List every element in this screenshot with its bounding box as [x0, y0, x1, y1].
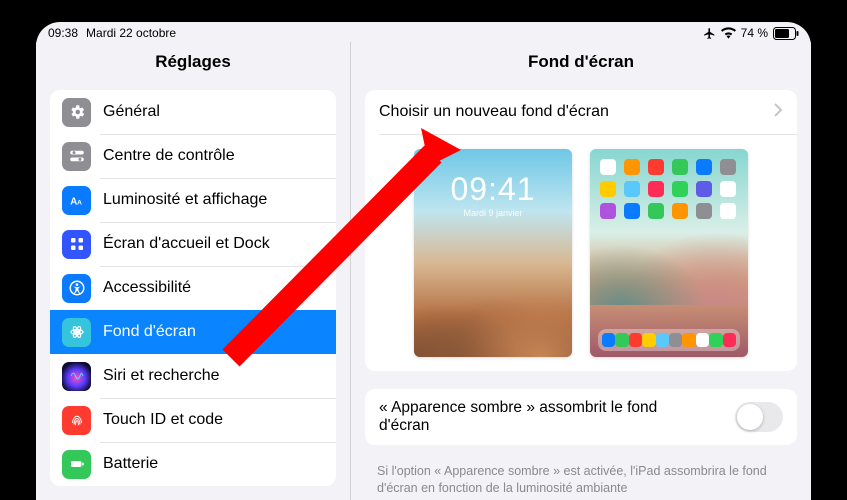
ipad-frame: 09:38 Mardi 22 octobre 74 % Réglages — [22, 8, 825, 500]
switches-icon — [62, 142, 91, 171]
lock-screen-preview[interactable]: 09:41 Mardi 9 janvier — [414, 149, 572, 357]
fingerprint-icon — [62, 406, 91, 435]
detail-title: Fond d'écran — [351, 42, 811, 90]
status-date: Mardi 22 octobre — [86, 26, 176, 40]
status-right: 74 % — [703, 26, 799, 40]
airplane-icon — [703, 27, 716, 40]
status-battery-pct: 74 % — [741, 26, 768, 40]
sidebar-item-display[interactable]: AA Luminosité et affichage — [50, 178, 336, 222]
wallpaper-card: Choisir un nouveau fond d'écran 09:41 Ma… — [365, 90, 797, 371]
settings-sidebar: Réglages Général Centre de contrôle — [36, 42, 351, 500]
dark-appearance-row[interactable]: « Apparence sombre » assombrit le fond d… — [365, 389, 797, 445]
choose-wallpaper-label: Choisir un nouveau fond d'écran — [379, 103, 609, 121]
sidebar-item-siri[interactable]: Siri et recherche — [50, 354, 336, 398]
battery-icon — [62, 450, 91, 479]
sidebar-item-home-screen[interactable]: Écran d'accueil et Dock — [50, 222, 336, 266]
wallpaper-previews: 09:41 Mardi 9 janvier — [365, 135, 797, 371]
flower-icon — [62, 318, 91, 347]
dark-appearance-label: « Apparence sombre » assombrit le fond d… — [379, 399, 699, 435]
chevron-right-icon — [774, 103, 783, 122]
screen: 09:38 Mardi 22 octobre 74 % Réglages — [36, 22, 811, 500]
dark-appearance-card: « Apparence sombre » assombrit le fond d… — [365, 389, 797, 445]
status-time: 09:38 — [48, 26, 78, 40]
choose-wallpaper-row[interactable]: Choisir un nouveau fond d'écran — [365, 90, 797, 134]
home-screen-preview[interactable] — [590, 149, 748, 357]
footer-note: Si l'option « Apparence sombre » est act… — [377, 463, 785, 497]
sidebar-item-label: Fond d'écran — [103, 323, 196, 341]
siri-icon — [62, 362, 91, 391]
sidebar-item-label: Centre de contrôle — [103, 147, 235, 165]
dark-appearance-switch[interactable] — [735, 402, 783, 432]
sidebar-item-label: Siri et recherche — [103, 367, 220, 385]
wifi-icon — [721, 27, 736, 39]
grid-icon — [62, 230, 91, 259]
home-icon-grid — [600, 159, 738, 219]
text-size-icon: AA — [62, 186, 91, 215]
lock-date: Mardi 9 janvier — [414, 208, 572, 218]
sidebar-item-label: Luminosité et affichage — [103, 191, 267, 209]
sidebar-item-label: Écran d'accueil et Dock — [103, 235, 270, 253]
lock-time: 09:41 — [414, 171, 572, 208]
accessibility-icon — [62, 274, 91, 303]
detail-pane: Fond d'écran Choisir un nouveau fond d'é… — [351, 42, 811, 500]
sidebar-title: Réglages — [36, 42, 350, 90]
sidebar-item-accessibility[interactable]: Accessibilité — [50, 266, 336, 310]
sidebar-item-touchid[interactable]: Touch ID et code — [50, 398, 336, 442]
sidebar-item-control-center[interactable]: Centre de contrôle — [50, 134, 336, 178]
sidebar-item-battery[interactable]: Batterie — [50, 442, 336, 486]
sidebar-item-label: Batterie — [103, 455, 158, 473]
sidebar-item-label: Touch ID et code — [103, 411, 223, 429]
home-dock — [598, 329, 740, 351]
battery-icon — [773, 27, 799, 40]
sidebar-item-label: Général — [103, 103, 160, 121]
svg-text:A: A — [70, 197, 77, 208]
status-bar: 09:38 Mardi 22 octobre 74 % — [36, 22, 811, 42]
svg-text:A: A — [77, 200, 82, 207]
sidebar-item-wallpaper[interactable]: Fond d'écran — [50, 310, 336, 354]
gear-icon — [62, 98, 91, 127]
sidebar-item-general[interactable]: Général — [50, 90, 336, 134]
sidebar-item-label: Accessibilité — [103, 279, 191, 297]
settings-list: Général Centre de contrôle AA Luminosité… — [50, 90, 336, 486]
lock-clock: 09:41 Mardi 9 janvier — [414, 171, 572, 218]
